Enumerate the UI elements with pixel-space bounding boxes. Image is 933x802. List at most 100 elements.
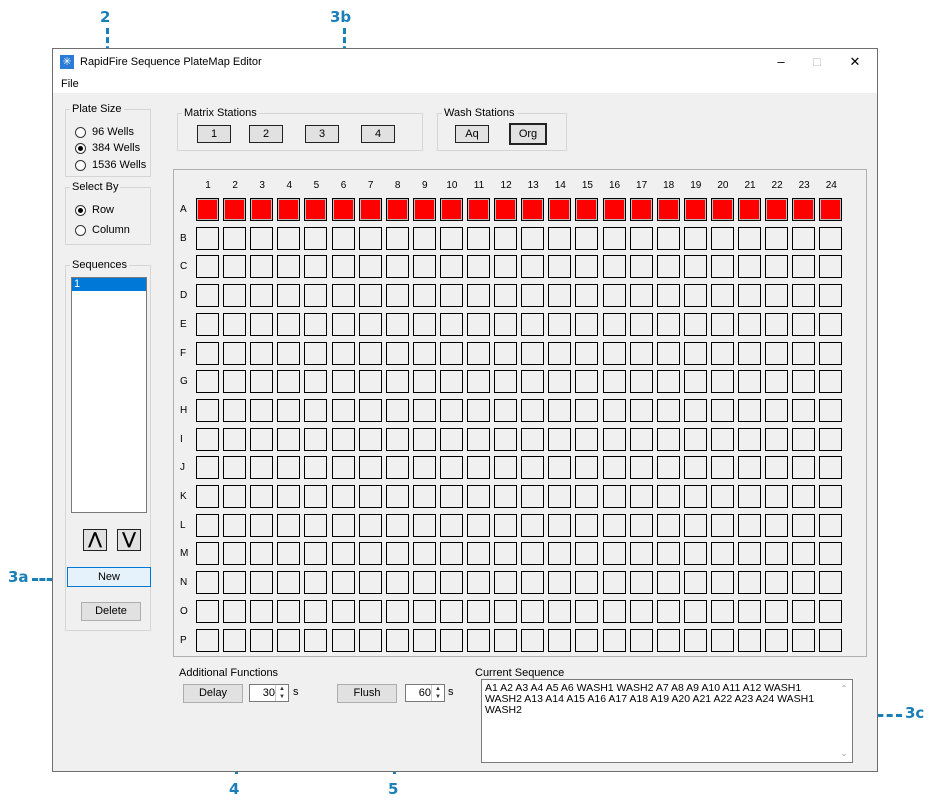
maximize-button[interactable]: □ (799, 49, 835, 75)
column-header[interactable]: 2 (222, 180, 248, 191)
well-M14[interactable] (548, 542, 572, 566)
well-G7[interactable] (358, 370, 382, 394)
scroll-up-icon[interactable]: ⌃ (837, 683, 851, 694)
well-P20[interactable] (710, 628, 734, 652)
well-N20[interactable] (710, 571, 734, 595)
well-G8[interactable] (385, 370, 409, 394)
well-H9[interactable] (412, 398, 436, 422)
well-C21[interactable] (738, 255, 761, 279)
list-item-selected[interactable]: 1 (72, 278, 146, 291)
well-A10[interactable] (439, 198, 463, 221)
well-G6[interactable] (331, 370, 355, 394)
well-L20[interactable] (710, 513, 734, 537)
well-J19[interactable] (683, 456, 707, 480)
well-M10[interactable] (439, 542, 463, 566)
well-C19[interactable] (683, 255, 707, 279)
well-D17[interactable] (629, 284, 653, 308)
column-header[interactable]: 20 (710, 180, 736, 191)
well-F19[interactable] (683, 341, 707, 365)
well-G18[interactable] (656, 370, 680, 394)
well-O14[interactable] (548, 599, 572, 623)
well-J18[interactable] (656, 456, 680, 480)
well-H23[interactable] (792, 398, 816, 422)
well-L8[interactable] (385, 513, 409, 537)
well-B9[interactable] (412, 226, 436, 250)
row-header[interactable]: K (180, 491, 192, 502)
well-A3[interactable] (250, 198, 274, 221)
well-P19[interactable] (683, 628, 707, 652)
well-F2[interactable] (223, 341, 247, 365)
well-L4[interactable] (277, 513, 301, 537)
well-E9[interactable] (412, 312, 436, 336)
well-A22[interactable] (765, 198, 789, 221)
well-F22[interactable] (765, 341, 789, 365)
well-L2[interactable] (223, 513, 247, 537)
well-K12[interactable] (494, 485, 518, 508)
well-K19[interactable] (683, 485, 707, 508)
well-F3[interactable] (250, 341, 274, 365)
well-P24[interactable] (819, 628, 843, 652)
well-M17[interactable] (629, 542, 653, 566)
well-E16[interactable] (602, 312, 626, 336)
radio-384-wells[interactable]: 384 Wells (75, 142, 140, 154)
well-L3[interactable] (250, 513, 274, 537)
well-P3[interactable] (250, 628, 274, 652)
well-J23[interactable] (792, 456, 816, 480)
well-I9[interactable] (412, 427, 436, 451)
well-M5[interactable] (304, 542, 328, 566)
spinner-arrows-icon[interactable]: ▲ ▼ (275, 685, 288, 701)
well-N14[interactable] (548, 571, 572, 595)
well-C17[interactable] (629, 255, 653, 279)
well-G1[interactable] (196, 370, 219, 394)
matrix-station-4-button[interactable]: 4 (361, 125, 395, 143)
well-L7[interactable] (358, 513, 382, 537)
flush-button[interactable]: Flush (337, 684, 397, 703)
well-O7[interactable] (358, 599, 382, 623)
well-G22[interactable] (765, 370, 789, 394)
well-E5[interactable] (304, 312, 328, 336)
row-header[interactable]: B (180, 233, 192, 244)
well-G2[interactable] (223, 370, 247, 394)
well-D14[interactable] (548, 284, 572, 308)
well-P18[interactable] (656, 628, 680, 652)
well-N22[interactable] (765, 571, 789, 595)
well-I11[interactable] (467, 427, 490, 451)
well-O16[interactable] (602, 599, 626, 623)
well-C22[interactable] (765, 255, 789, 279)
well-L1[interactable] (196, 513, 219, 537)
column-header[interactable]: 24 (818, 180, 844, 191)
well-I2[interactable] (223, 427, 247, 451)
well-G21[interactable] (738, 370, 761, 394)
current-sequence-box[interactable]: A1 A2 A3 A4 A5 A6 WASH1 WASH2 A7 A8 A9 A… (481, 679, 853, 763)
well-K21[interactable] (738, 485, 761, 508)
well-F15[interactable] (575, 341, 599, 365)
well-J8[interactable] (385, 456, 409, 480)
well-P1[interactable] (196, 628, 219, 652)
well-I19[interactable] (683, 427, 707, 451)
well-J10[interactable] (439, 456, 463, 480)
well-K17[interactable] (629, 485, 653, 508)
well-L17[interactable] (629, 513, 653, 537)
well-M24[interactable] (819, 542, 843, 566)
well-O12[interactable] (494, 599, 518, 623)
well-J22[interactable] (765, 456, 789, 480)
well-M3[interactable] (250, 542, 274, 566)
well-M13[interactable] (521, 542, 545, 566)
well-B1[interactable] (196, 226, 219, 250)
wash-org-button[interactable]: Org (509, 123, 547, 145)
well-N16[interactable] (602, 571, 626, 595)
row-header[interactable]: O (180, 606, 192, 617)
well-K10[interactable] (439, 485, 463, 508)
well-I18[interactable] (656, 427, 680, 451)
well-H5[interactable] (304, 398, 328, 422)
well-K16[interactable] (602, 485, 626, 508)
well-B11[interactable] (467, 226, 490, 250)
well-O22[interactable] (765, 599, 789, 623)
well-D18[interactable] (656, 284, 680, 308)
well-E23[interactable] (792, 312, 816, 336)
well-G15[interactable] (575, 370, 599, 394)
well-J11[interactable] (467, 456, 490, 480)
well-E19[interactable] (683, 312, 707, 336)
new-sequence-button[interactable]: New (67, 567, 151, 587)
well-O4[interactable] (277, 599, 301, 623)
